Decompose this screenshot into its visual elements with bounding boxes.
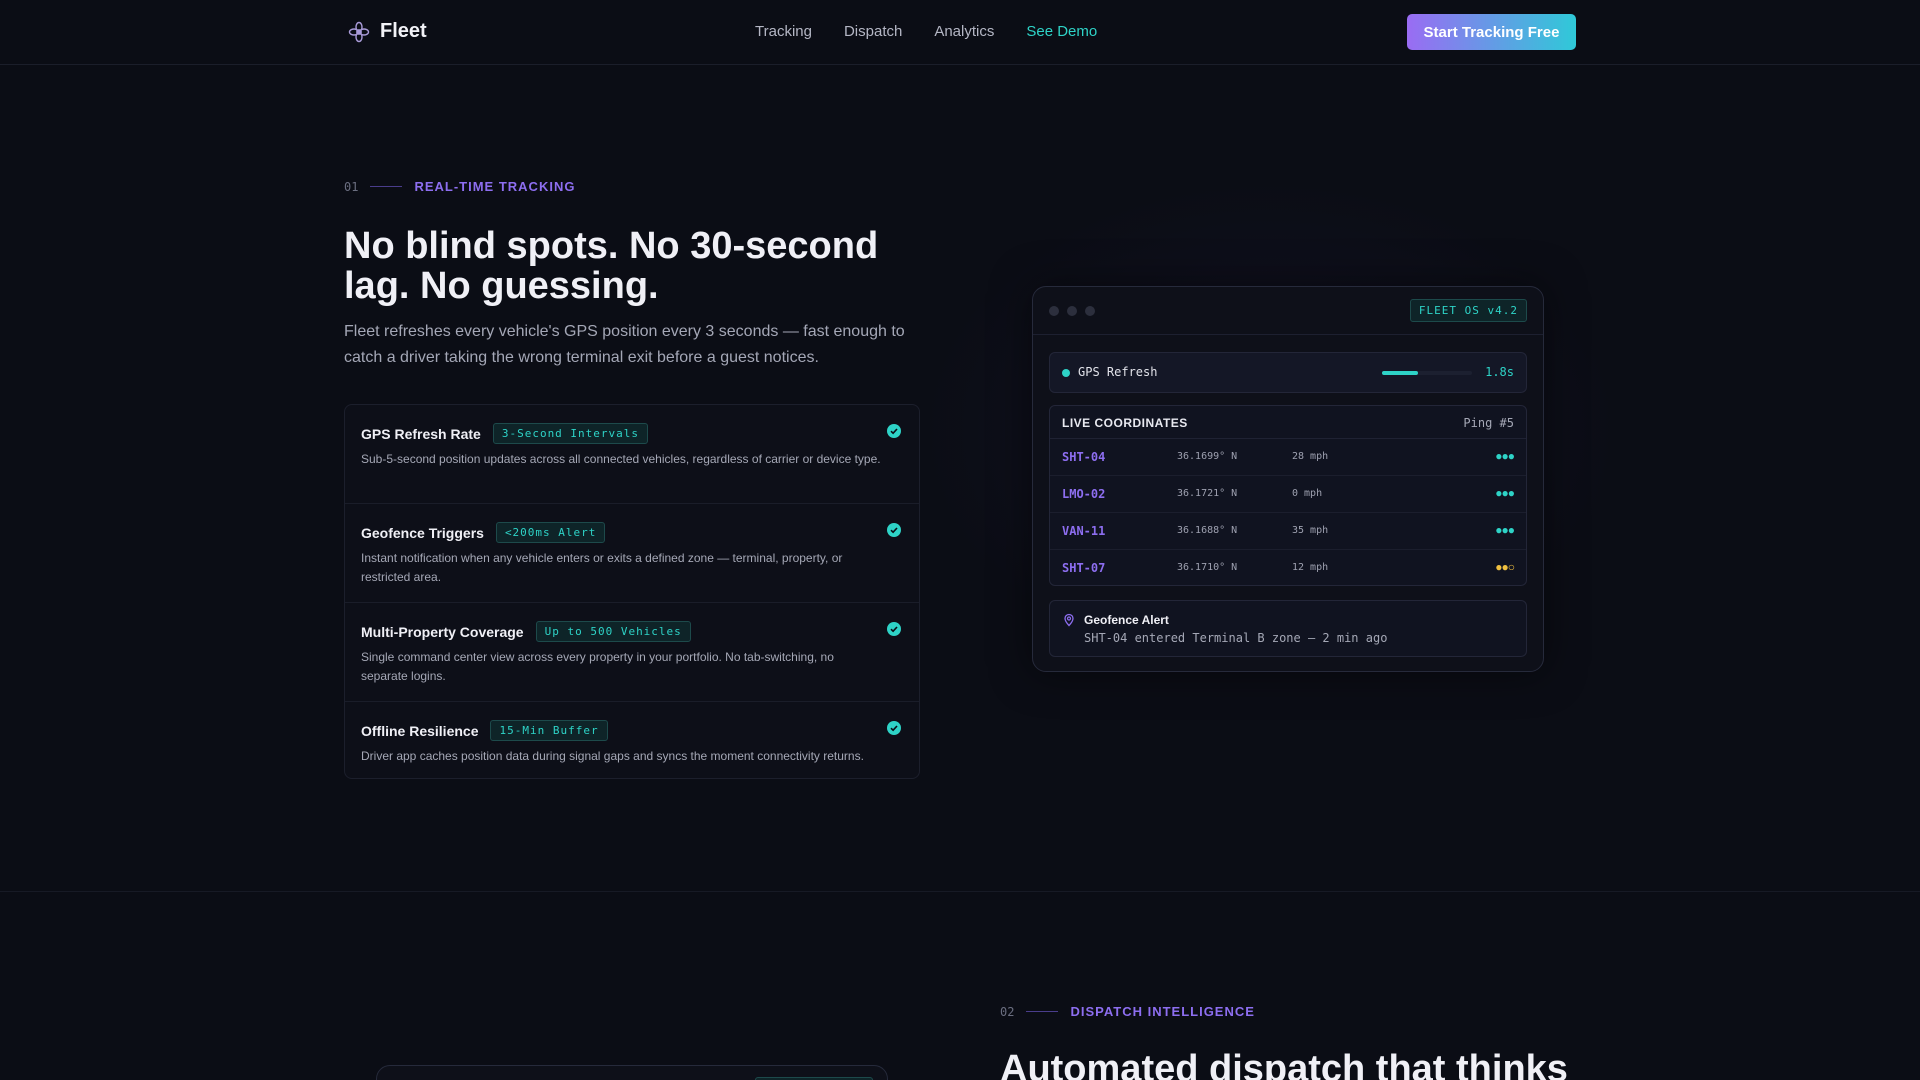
vehicle-id: VAN-11 <box>1062 524 1106 538</box>
nav-link-dispatch[interactable]: Dispatch <box>844 23 902 40</box>
window-dots <box>1049 306 1095 316</box>
window-dot <box>1085 306 1095 316</box>
brand-name: Fleet <box>380 20 427 42</box>
flower-logo-icon <box>348 21 370 42</box>
feature-description: Sub-5-second position updates across all… <box>361 452 881 466</box>
vehicle-id: LMO-02 <box>1062 487 1106 501</box>
eyebrow-line <box>1026 1011 1059 1012</box>
feature-description: Single command center view across every … <box>361 650 834 683</box>
signal-strength-icon: ●●○ <box>1495 560 1515 574</box>
section-heading: Automated dispatch that thinks <box>1000 1048 1568 1080</box>
section-label: REAL-TIME TRACKING <box>414 179 576 194</box>
coords-title: LIVE COORDINATES <box>1062 416 1188 430</box>
nav-link-see-demo[interactable]: See Demo <box>1026 23 1097 40</box>
feature-badge: <200ms Alert <box>495 522 606 543</box>
section-divider <box>0 891 1920 892</box>
vehicle-speed: 12 mph <box>1292 562 1329 573</box>
section-eyebrow: 01 REAL-TIME TRACKING <box>344 179 575 194</box>
check-icon <box>887 424 901 438</box>
vehicle-id: SHT-04 <box>1062 450 1106 464</box>
top-navbar: Fleet Tracking Dispatch Analytics See De… <box>0 0 1920 65</box>
location-pin-icon <box>1064 613 1074 627</box>
window-dot <box>1049 306 1059 316</box>
fleet-os-panel: FLEET OS v4.2 GPS Refresh 1.8s LIVE COOR… <box>1032 286 1544 672</box>
vehicle-latitude: 36.1721° N <box>1177 488 1238 499</box>
feature-list: GPS Refresh Rate 3-Second Intervals Sub-… <box>344 404 920 779</box>
version-badge: FLEET OS v4.2 <box>1409 299 1527 322</box>
feature-title: Offline Resilience <box>361 722 479 739</box>
panel-titlebar: FLEET OS v4.2 <box>1033 287 1543 335</box>
vehicle-latitude: 36.1688° N <box>1177 525 1238 536</box>
feature-title: GPS Refresh Rate <box>361 425 481 442</box>
feature-title: Multi-Property Coverage <box>361 623 524 640</box>
feature-item: Offline Resilience 15-Min Buffer Driver … <box>345 702 919 778</box>
section-number: 02 <box>1000 1004 1015 1019</box>
feature-description: Driver app caches position data during s… <box>361 749 864 763</box>
signal-strength-icon: ●●● <box>1495 523 1515 537</box>
brand[interactable]: Fleet <box>348 20 427 43</box>
status-dot <box>1062 369 1070 377</box>
check-icon <box>887 622 901 636</box>
vehicle-speed: 35 mph <box>1292 525 1329 536</box>
signal-strength-icon: ●●● <box>1495 486 1515 500</box>
start-tracking-button[interactable]: Start Tracking Free <box>1407 14 1576 50</box>
gps-refresh-label: GPS Refresh <box>1078 365 1158 379</box>
table-row[interactable]: SHT-04 36.1699° N 28 mph ●●● <box>1050 439 1526 476</box>
section-lede: Fleet refreshes every vehicle's GPS posi… <box>344 323 905 366</box>
check-icon <box>887 721 901 735</box>
alert-title: Geofence Alert <box>1084 613 1169 627</box>
gps-refresh-bar <box>1382 371 1472 375</box>
feature-badge: 15-Min Buffer <box>490 720 608 741</box>
feature-item: GPS Refresh Rate 3-Second Intervals Sub-… <box>345 405 919 504</box>
window-dot <box>1067 306 1077 316</box>
table-row[interactable]: LMO-02 36.1721° N 0 mph ●●● <box>1050 476 1526 513</box>
gps-refresh-fill <box>1382 371 1418 375</box>
feature-badge: 3-Second Intervals <box>492 423 649 444</box>
nav-link-analytics[interactable]: Analytics <box>934 23 994 40</box>
feature-item: Geofence Triggers <200ms Alert Instant n… <box>345 504 919 603</box>
feature-description: Instant notification when any vehicle en… <box>361 551 843 584</box>
coords-header: LIVE COORDINATES Ping #5 <box>1050 406 1526 439</box>
section-number: 01 <box>344 179 359 194</box>
section-label: DISPATCH INTELLIGENCE <box>1070 1004 1255 1019</box>
table-row[interactable]: SHT-07 36.1710° N 12 mph ●●○ <box>1050 550 1526 585</box>
table-row[interactable]: VAN-11 36.1688° N 35 mph ●●● <box>1050 513 1526 550</box>
nav-link-tracking[interactable]: Tracking <box>755 23 812 40</box>
check-icon <box>887 523 901 537</box>
alert-message: SHT-04 entered Terminal B zone — 2 min a… <box>1084 631 1388 645</box>
dispatch-panel <box>376 1065 888 1080</box>
feature-badge: Up to 500 Vehicles <box>535 621 691 642</box>
eyebrow-line <box>370 186 403 187</box>
vehicle-latitude: 36.1699° N <box>1177 451 1238 462</box>
vehicle-latitude: 36.1710° N <box>1177 562 1238 573</box>
feature-item: Multi-Property Coverage Up to 500 Vehicl… <box>345 603 919 702</box>
vehicle-speed: 0 mph <box>1292 488 1323 499</box>
feature-title: Geofence Triggers <box>361 524 484 541</box>
geofence-alert[interactable]: Geofence Alert SHT-04 entered Terminal B… <box>1049 600 1527 657</box>
ping-counter: Ping #5 <box>1463 416 1514 430</box>
nav-links: Tracking Dispatch Analytics See Demo <box>755 23 1097 40</box>
signal-strength-icon: ●●● <box>1495 449 1515 463</box>
section-eyebrow: 02 DISPATCH INTELLIGENCE <box>1000 1004 1255 1019</box>
gps-refresh-row: GPS Refresh 1.8s <box>1049 352 1527 393</box>
vehicle-id: SHT-07 <box>1062 561 1106 575</box>
section-heading: No blind spots. No 30-second lag. No gue… <box>344 225 879 307</box>
live-coordinates-table: LIVE COORDINATES Ping #5 SHT-04 36.1699°… <box>1049 405 1527 586</box>
gps-refresh-value: 1.8s <box>1485 365 1514 379</box>
vehicle-speed: 28 mph <box>1292 451 1329 462</box>
